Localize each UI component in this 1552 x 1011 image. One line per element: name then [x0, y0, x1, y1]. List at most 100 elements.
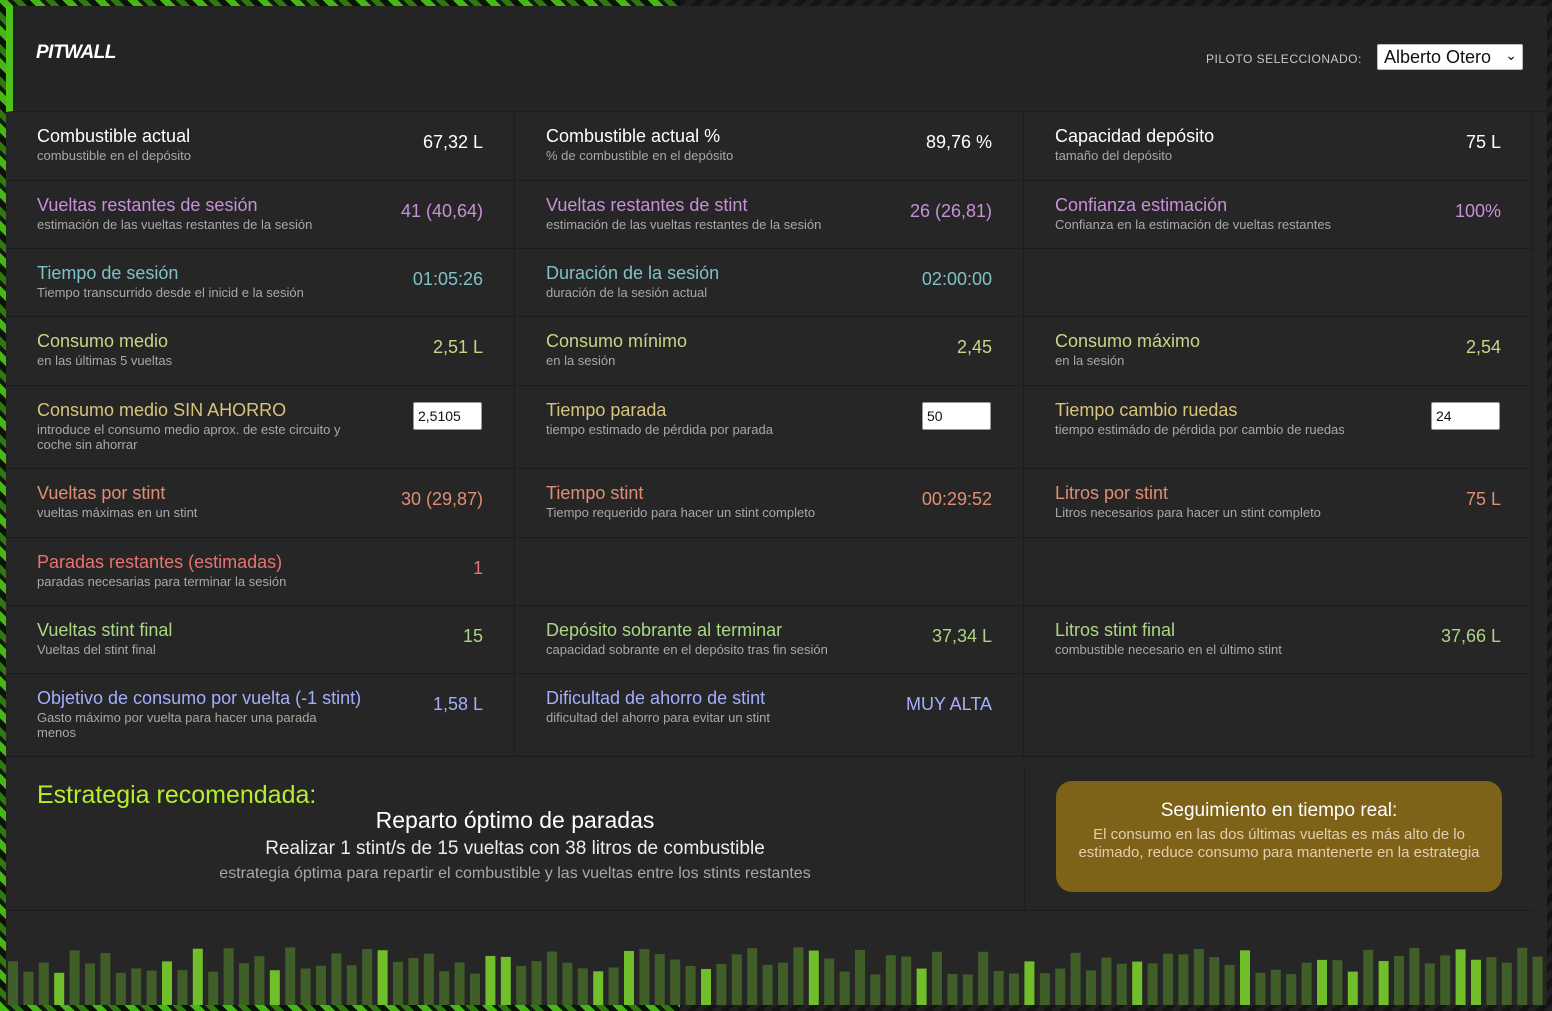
decorative-bar [824, 958, 835, 1005]
decorative-bar [8, 961, 18, 1005]
metric-label: Consumo medio SIN AHORRO [37, 400, 287, 420]
pilot-select-label: PILOTO SELECCIONADO: [1206, 52, 1362, 66]
decorative-bar [1039, 973, 1050, 1005]
decorative-bar [100, 953, 111, 1005]
decorative-bar [269, 970, 280, 1005]
metric-cell: Tiempo parada tiempo estimado de pérdida … [515, 386, 1024, 469]
metric-label: Tiempo de sesión [37, 263, 179, 283]
metric-cell: Depósito sobrante al terminar capacidad s… [515, 606, 1024, 674]
decorative-bar [1286, 974, 1297, 1005]
metric-description: paradas necesarias para terminar la sesi… [37, 574, 287, 589]
decorative-bar [316, 965, 326, 1005]
decorative-bar [1332, 960, 1343, 1005]
metric-value: 75 L [1465, 489, 1501, 509]
decorative-bar [762, 964, 773, 1005]
decorative-bar [1178, 954, 1189, 1005]
metric-value: 37,34 L [931, 626, 992, 646]
metric-cell: Consumo máximo en la sesión 2,54 [1024, 317, 1533, 386]
pilot-select-value: Alberto Otero [1384, 47, 1492, 67]
metric-value: 41 (40,64) [400, 201, 483, 221]
metric-cell: Vueltas stint final Vueltas del stint fin… [6, 606, 515, 674]
metric-label: Objetivo de consumo por vuelta (-1 stint… [37, 688, 362, 708]
decorative-bar [1147, 963, 1158, 1005]
decorative-bar [377, 950, 388, 1005]
metric-cell: Vueltas restantes de sesión estimación de… [6, 181, 515, 249]
metric-label: Consumo mínimo [546, 331, 688, 351]
strategy-section: Estrategia recomendada: Reparto óptimo d… [6, 765, 1533, 911]
strategy-optimal: Reparto óptimo de paradas [375, 807, 655, 833]
decorative-bar [300, 968, 311, 1005]
metric-input[interactable] [1431, 402, 1500, 430]
metric-description: capacidad sobrante en el depósito tras f… [546, 642, 828, 657]
chevron-down-icon: ⌄ [1505, 47, 1517, 63]
metric-cell: Vueltas por stint vueltas máximas en un s… [6, 469, 515, 538]
decorative-bar [1009, 973, 1019, 1005]
decorative-bar [239, 963, 249, 1005]
empty-cell [1024, 249, 1533, 317]
metric-label: Vueltas stint final [37, 620, 173, 640]
decorative-bar [1086, 970, 1096, 1005]
decorative-bar [38, 962, 49, 1005]
metric-cell: Consumo medio en las últimas 5 vueltas 2,5… [6, 317, 515, 386]
metric-label: Combustible actual % [546, 126, 721, 146]
metric-value: 01:05:26 [412, 269, 483, 289]
metric-label: Duración de la sesión [546, 263, 720, 283]
empty-cell [1024, 674, 1533, 757]
metric-cell: Duración de la sesión duración de la sesi… [515, 249, 1024, 317]
pitwall-panel: PITWALL PILOTO SELECCIONADO: Alberto Ote… [6, 6, 1547, 1005]
decorative-bar [1394, 956, 1404, 1005]
metric-value: 2,54 [1465, 337, 1501, 357]
metric-cell: Tiempo de sesión Tiempo transcurrido desd… [6, 249, 515, 317]
strategy-title: Estrategia recomendada: [37, 781, 317, 809]
metric-label: Consumo medio [37, 331, 169, 351]
metric-input[interactable] [413, 402, 482, 430]
strategy-recommendation: Estrategia recomendada: Reparto óptimo d… [6, 765, 1025, 910]
metric-cell: Litros por stint Litros necesarios para h… [1024, 469, 1533, 538]
decorative-bar [115, 972, 126, 1005]
metric-value: 1,58 L [432, 694, 483, 714]
metric-label: Vueltas restantes de sesión [37, 195, 258, 215]
metric-cell: Tiempo stint Tiempo requerido para hacer … [515, 469, 1024, 538]
app-title: PITWALL [36, 42, 116, 63]
metric-label: Tiempo cambio ruedas [1055, 400, 1238, 420]
metric-label: Combustible actual [37, 126, 191, 146]
metric-input[interactable] [922, 402, 991, 430]
decorative-bar [346, 965, 357, 1005]
decorative-bar [624, 950, 634, 1005]
pilot-select[interactable]: Alberto Otero ⌄ [1377, 44, 1523, 70]
metric-value: 02:00:00 [921, 269, 992, 289]
metric-value: 100% [1454, 201, 1501, 221]
decorative-bar [531, 961, 542, 1005]
metric-label: Capacidad depósito [1055, 126, 1215, 146]
metric-description: % de combustible en el depósito [546, 148, 734, 163]
header-bar: PITWALL PILOTO SELECCIONADO: Alberto Ote… [6, 6, 1547, 112]
decorative-bar [608, 967, 619, 1005]
decorative-bar [962, 974, 973, 1005]
metric-description: Confianza en la estimación de vueltas re… [1055, 217, 1332, 232]
metric-label: Consumo máximo [1055, 331, 1201, 351]
metric-label: Depósito sobrante al terminar [546, 620, 783, 640]
empty-cell [1024, 538, 1533, 606]
decorative-bar [408, 958, 419, 1005]
decorative-bar [208, 971, 219, 1005]
decorative-bar [808, 950, 819, 1005]
decorative-bar [85, 963, 95, 1005]
decorative-bar [747, 948, 758, 1005]
decorative-bar [1455, 949, 1466, 1005]
decorative-bar [1132, 961, 1143, 1005]
metric-description: estimación de las vueltas restantes de l… [37, 217, 313, 232]
metric-description: Gasto máximo por vuelta para hacer una p… [37, 710, 317, 740]
decorative-bar [285, 947, 296, 1005]
decorative-bar [1378, 961, 1389, 1005]
metric-value: 75 L [1465, 132, 1501, 152]
decorative-bar [23, 971, 34, 1005]
metrics-grid: Combustible actual combustible en el depó… [6, 112, 1533, 757]
metric-value: 30 (29,87) [400, 489, 483, 509]
decorative-bar [1471, 959, 1481, 1005]
decorative-bar [870, 974, 881, 1005]
realtime-tracking-card: Seguimiento en tiempo real: El consumo e… [1056, 781, 1502, 892]
decorative-bar [1070, 952, 1081, 1005]
metric-label: Litros por stint [1055, 483, 1169, 503]
decorative-bar [223, 948, 234, 1005]
metric-cell: Consumo medio SIN AHORRO introduce el con… [6, 386, 515, 469]
